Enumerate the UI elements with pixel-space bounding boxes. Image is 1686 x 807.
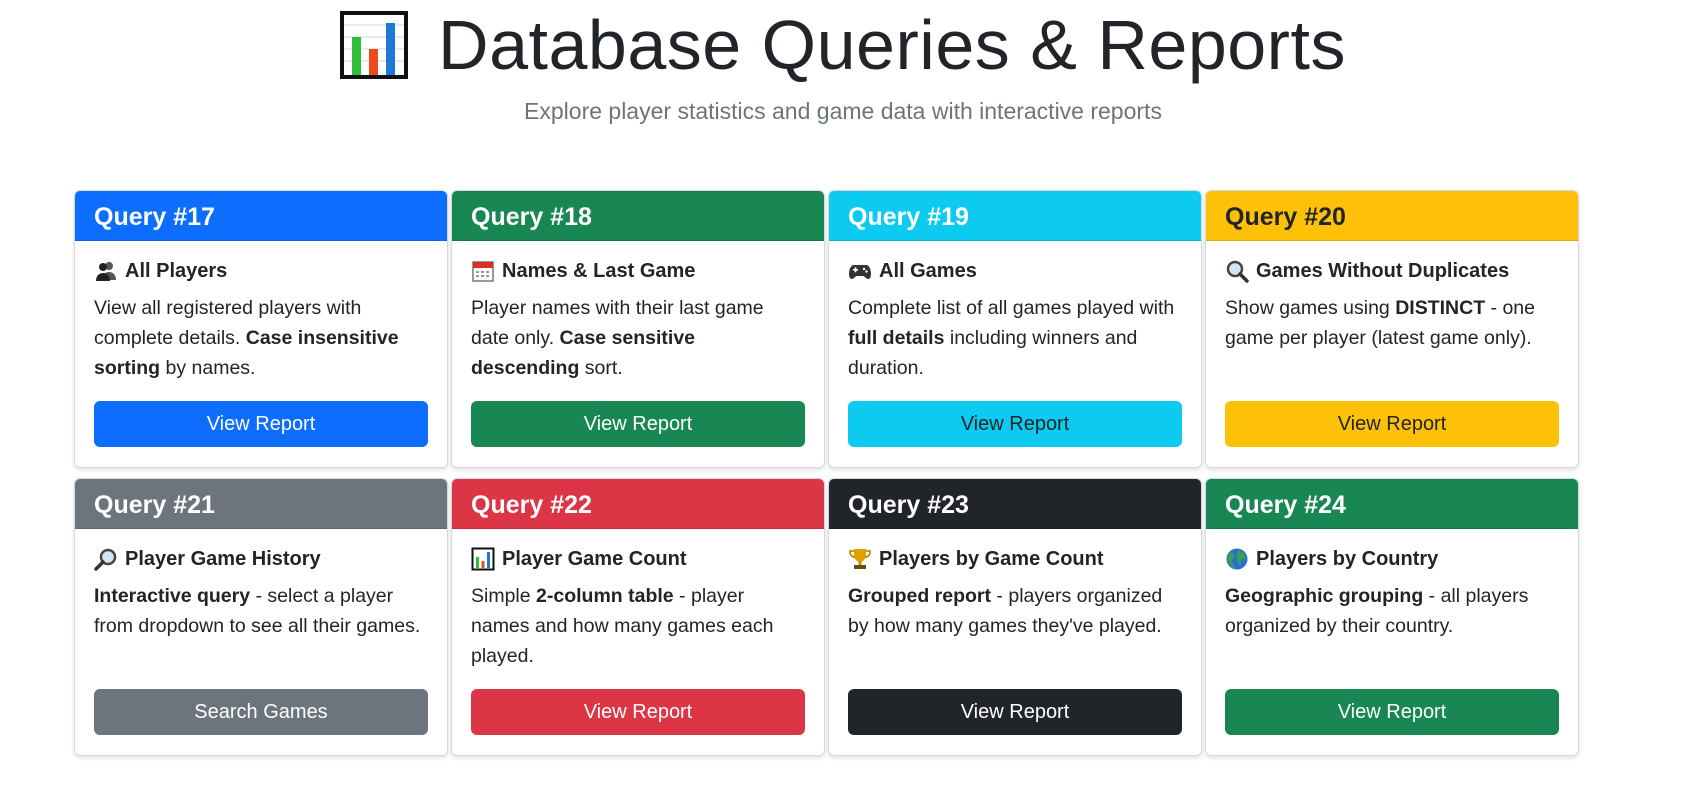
card-body: Names & Last Game Player names with their…: [452, 241, 824, 383]
card-title-text: Player Game Count: [502, 547, 687, 570]
title-row: Database Queries & Reports: [0, 0, 1686, 90]
view-report-button[interactable]: View Report: [848, 689, 1182, 735]
card-title-text: All Games: [879, 259, 977, 282]
card-body: Games Without Duplicates Show games using…: [1206, 241, 1578, 383]
bar-chart-icon: [340, 11, 409, 79]
page-title: Database Queries & Reports: [438, 6, 1346, 84]
description-emphasis: Interactive query: [94, 585, 251, 607]
view-report-button[interactable]: View Report: [848, 401, 1182, 447]
card-title-text: Players by Country: [1256, 547, 1439, 570]
card-title: Players by Country: [1225, 545, 1559, 573]
query-card: Query #22 Player Game Count Simple 2-colum…: [451, 478, 825, 756]
view-report-button[interactable]: View Report: [471, 689, 805, 735]
query-card: Query #17 All Players View all registered …: [74, 190, 448, 468]
card-body: Players by Country Geographic grouping - …: [1206, 529, 1578, 671]
description-emphasis: DISTINCT: [1395, 297, 1486, 319]
description-text: sort.: [579, 357, 623, 379]
query-card: Query #20 Games Without Duplicates Show ga…: [1205, 190, 1579, 468]
description-emphasis: Geographic grouping: [1225, 585, 1424, 607]
description-emphasis: 2-column table: [536, 585, 674, 607]
card-header: Query #17: [75, 191, 447, 241]
search-games-button[interactable]: Search Games: [94, 689, 428, 735]
query-card: Query #21 Player Game History Interactive …: [74, 478, 448, 756]
card-header: Query #21: [75, 479, 447, 529]
card-title: All Games: [848, 257, 1182, 285]
card-title-text: Players by Game Count: [879, 547, 1104, 570]
card-title-text: Names & Last Game: [502, 259, 696, 282]
description-text: Simple: [471, 585, 537, 607]
query-card: Query #23 Players by Game Count Grouped re…: [828, 478, 1202, 756]
card-title: Player Game Count: [471, 545, 805, 573]
view-report-button[interactable]: View Report: [94, 401, 428, 447]
card-body: Players by Game Count Grouped report - pl…: [829, 529, 1201, 671]
page-subtitle: Explore player statistics and game data …: [524, 98, 1162, 124]
bar-chart-icon: [471, 547, 495, 571]
card-description: Complete list of all games played with f…: [848, 293, 1182, 383]
view-report-button[interactable]: View Report: [1225, 401, 1559, 447]
calendar-icon: [471, 259, 495, 283]
description-text: Complete list of all games played with: [848, 297, 1175, 319]
card-body: Player Game Count Simple 2-column table -…: [452, 529, 824, 671]
card-description: Player names with their last game date o…: [471, 293, 805, 383]
card-description: Grouped report - players organized by ho…: [848, 581, 1182, 671]
card-description: Interactive query - select a player from…: [94, 581, 428, 671]
card-header: Query #22: [452, 479, 824, 529]
magnifier-right-icon: [94, 547, 118, 571]
card-title: Player Game History: [94, 545, 428, 573]
card-description: Geographic grouping - all players organi…: [1225, 581, 1559, 671]
card-description: View all registered players with complet…: [94, 293, 428, 383]
card-header: Query #19: [829, 191, 1201, 241]
card-title-text: Games Without Duplicates: [1256, 259, 1510, 282]
description-emphasis: full details: [848, 327, 945, 349]
card-body: All Games Complete list of all games play…: [829, 241, 1201, 383]
card-header: Query #23: [829, 479, 1201, 529]
busts-icon: [94, 259, 118, 283]
globe-icon: [1225, 547, 1249, 571]
card-body: Player Game History Interactive query - s…: [75, 529, 447, 671]
card-title: Names & Last Game: [471, 257, 805, 285]
card-header: Query #24: [1206, 479, 1578, 529]
card-title: All Players: [94, 257, 428, 285]
card-header: Query #18: [452, 191, 824, 241]
description-text: by names.: [160, 357, 256, 379]
card-title: Games Without Duplicates: [1225, 257, 1559, 285]
card-title-text: All Players: [125, 259, 228, 282]
card-description: Simple 2-column table - player names and…: [471, 581, 805, 671]
description-text: Show games using: [1225, 297, 1396, 319]
card-body: All Players View all registered players w…: [75, 241, 447, 383]
view-report-button[interactable]: View Report: [1225, 689, 1559, 735]
card-title-text: Player Game History: [125, 547, 321, 570]
card-title: Players by Game Count: [848, 545, 1182, 573]
query-card: Query #24 Players by Country Geographic gr…: [1205, 478, 1579, 756]
query-card: Query #19 All Games Complete list of all g…: [828, 190, 1202, 468]
query-card: Query #18 Names & Last Game Player names w…: [451, 190, 825, 468]
game-controller-icon: [848, 259, 872, 283]
view-report-button[interactable]: View Report: [471, 401, 805, 447]
card-header: Query #20: [1206, 191, 1578, 241]
magnifier-left-icon: [1225, 259, 1249, 283]
trophy-icon: [848, 547, 872, 571]
card-description: Show games using DISTINCT - one game per…: [1225, 293, 1559, 383]
description-emphasis: Grouped report: [848, 585, 992, 607]
